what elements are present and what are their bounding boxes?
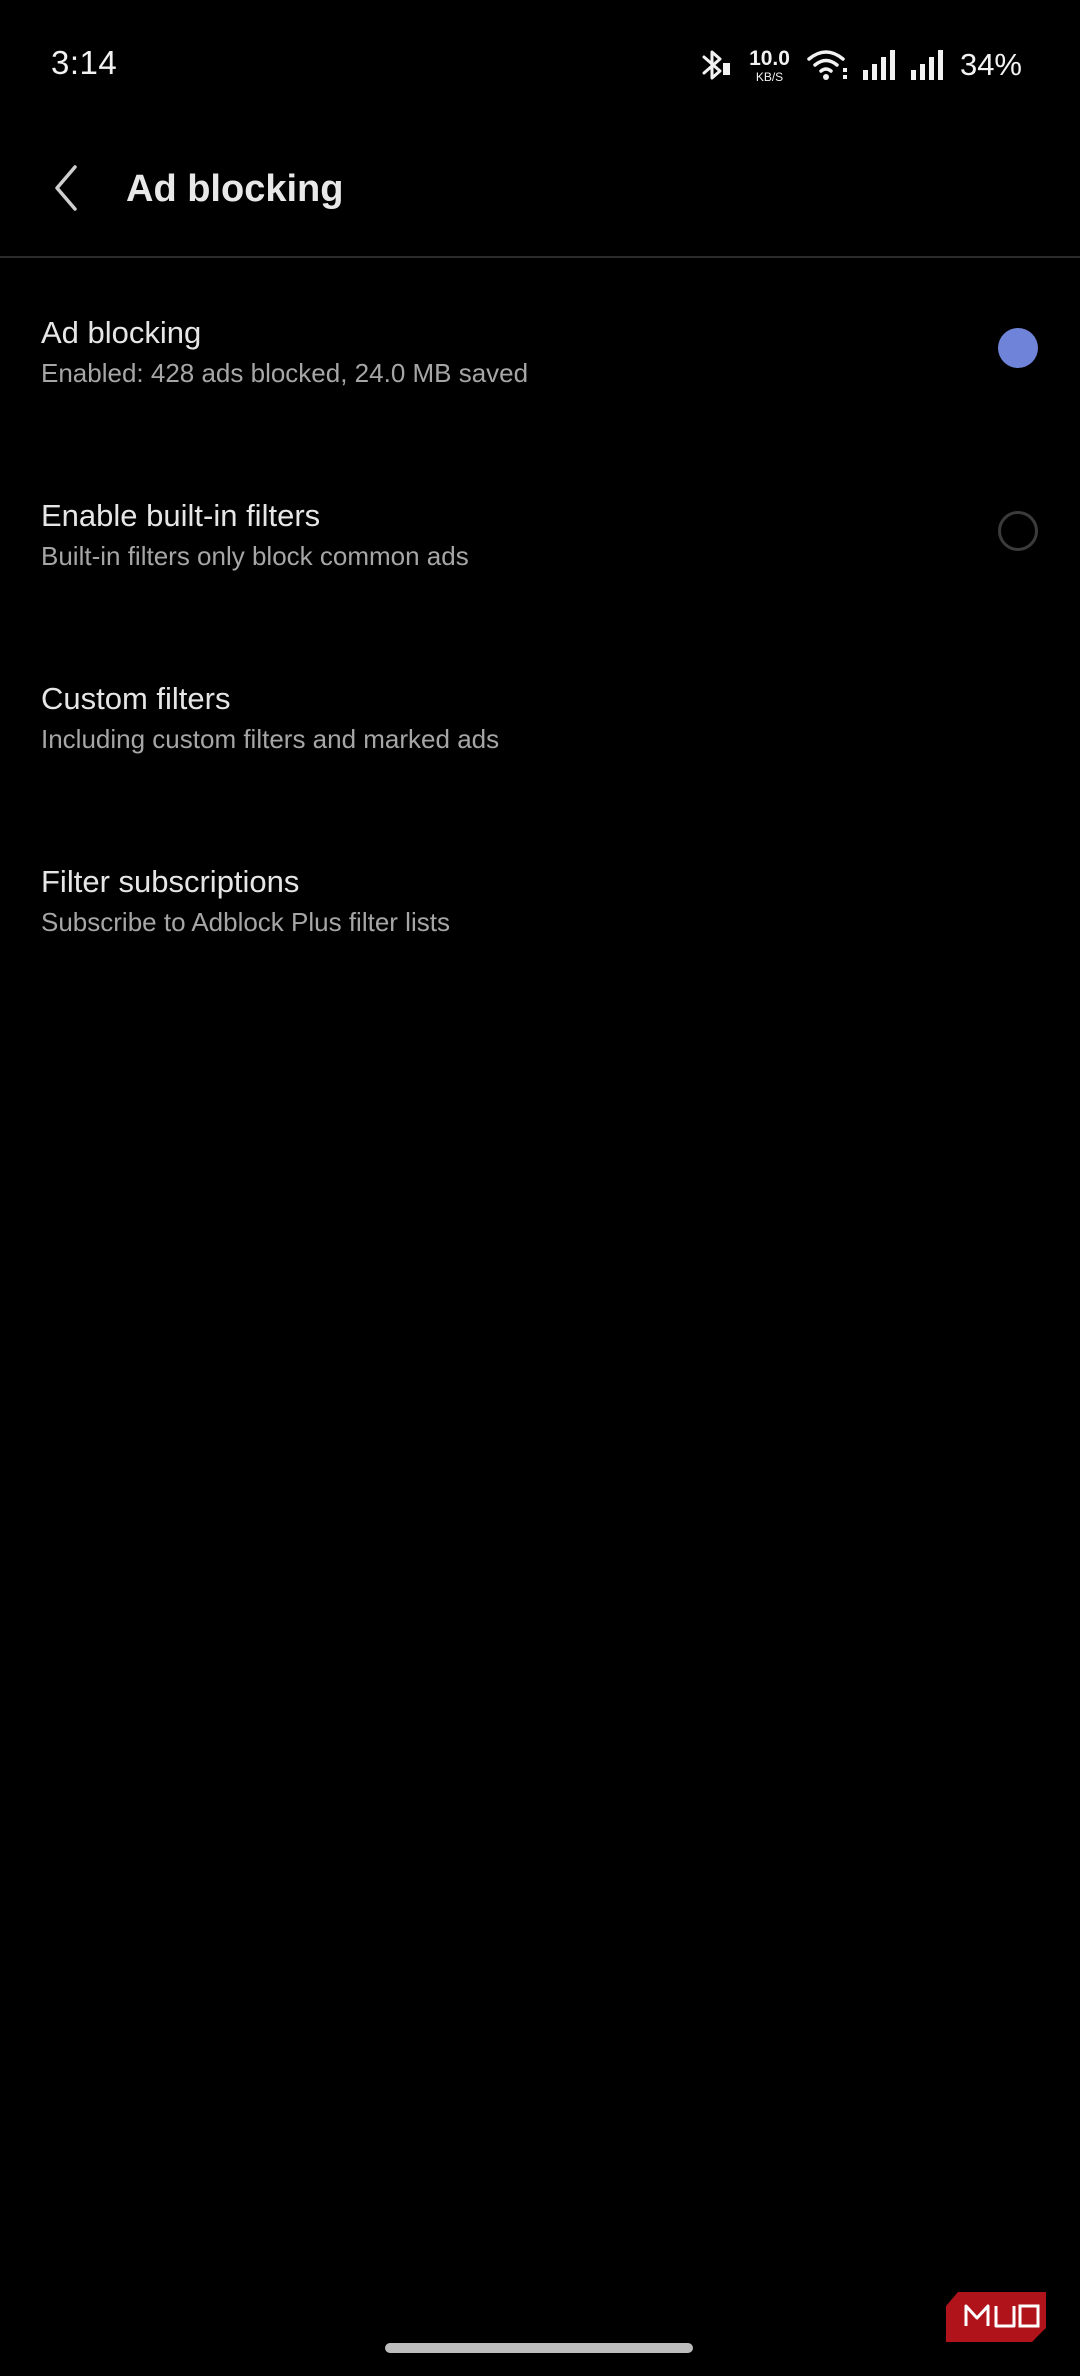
network-speed-unit: KB/S: [755, 69, 784, 84]
setting-subtitle: Subscribe to Adblock Plus filter lists: [41, 907, 450, 937]
setting-built-in-filters[interactable]: Enable built-in filters Built-in filters…: [0, 441, 1080, 624]
network-speed-value: 10.0: [749, 46, 790, 70]
setting-title: Enable built-in filters: [41, 498, 321, 533]
signal-icon: [862, 48, 898, 82]
status-bar: 3:14 10.0 KB/S 34%: [0, 0, 1080, 130]
setting-subtitle: Enabled: 428 ads blocked, 24.0 MB saved: [41, 358, 529, 388]
status-icons: 10.0 KB/S 34%: [699, 40, 1022, 90]
setting-ad-blocking[interactable]: Ad blocking Enabled: 428 ads blocked, 24…: [0, 258, 1080, 441]
setting-subtitle: Including custom filters and marked ads: [41, 724, 500, 754]
setting-title: Filter subscriptions: [41, 864, 300, 899]
battery-level: 34%: [959, 47, 1022, 82]
setting-filter-subscriptions[interactable]: Filter subscriptions Subscribe to Adbloc…: [0, 807, 1080, 990]
settings-list: Ad blocking Enabled: 428 ads blocked, 24…: [0, 258, 1080, 990]
home-indicator[interactable]: [385, 2343, 693, 2353]
muo-watermark-logo: [944, 2290, 1048, 2344]
page-title: Ad blocking: [126, 168, 344, 210]
status-time: 3:14: [51, 44, 118, 81]
back-button[interactable]: [36, 160, 96, 220]
chevron-left-icon: [51, 163, 81, 218]
ad-blocking-radio[interactable]: [998, 328, 1038, 368]
setting-title: Ad blocking: [41, 315, 202, 350]
app-bar: Ad blocking: [0, 130, 1080, 258]
built-in-filters-radio[interactable]: [998, 511, 1038, 551]
network-speed: 10.0 KB/S: [749, 48, 790, 83]
setting-title: Custom filters: [41, 681, 231, 716]
signal-icon: [910, 48, 946, 82]
wifi-icon: [806, 48, 850, 82]
bluetooth-icon: [699, 47, 733, 83]
setting-subtitle: Built-in filters only block common ads: [41, 541, 469, 571]
setting-custom-filters[interactable]: Custom filters Including custom filters …: [0, 624, 1080, 807]
